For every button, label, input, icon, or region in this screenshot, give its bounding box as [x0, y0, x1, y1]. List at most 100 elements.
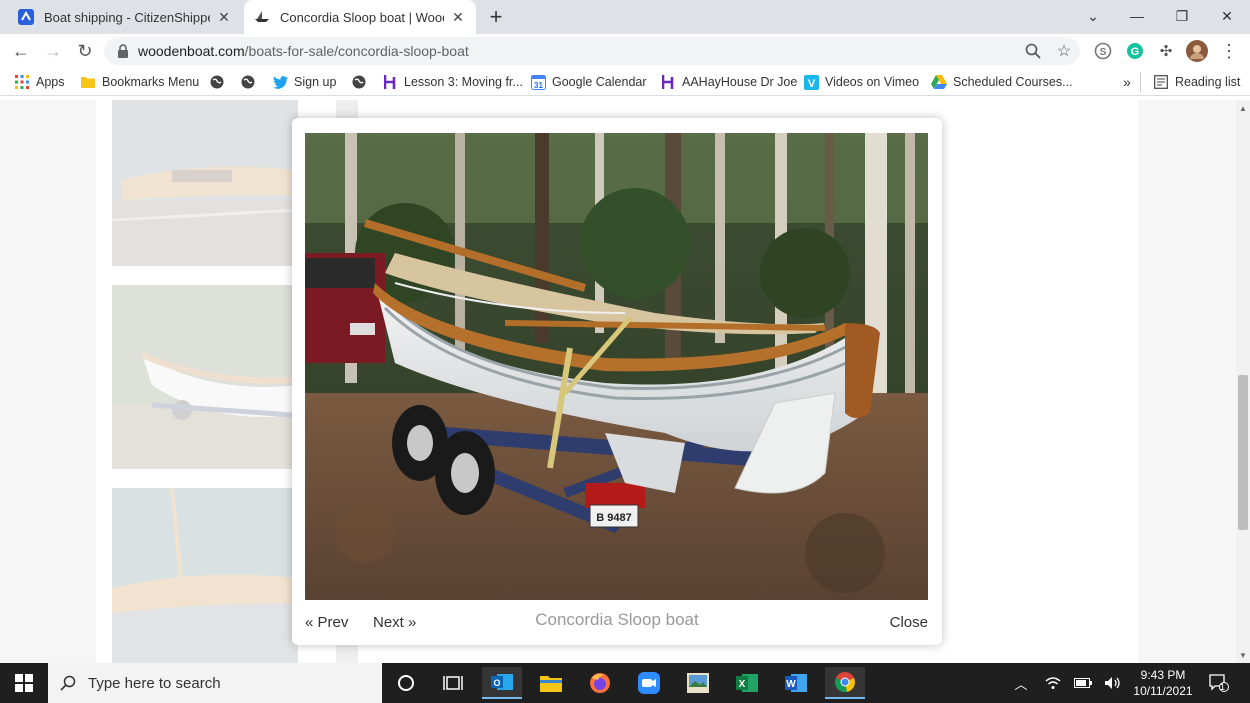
- page-scrollbar[interactable]: ▲ ▼: [1236, 100, 1250, 663]
- svg-text:S: S: [1100, 47, 1107, 58]
- windows-taskbar: Type here to search O X W ︿ 9:43 PM 10/1…: [0, 663, 1250, 703]
- h-logo-icon: [382, 74, 398, 90]
- lightbox-close-button[interactable]: Close: [890, 614, 928, 631]
- globe-icon: [351, 74, 367, 90]
- globe-icon: [209, 74, 225, 90]
- clock-date: 10/11/2021: [1133, 684, 1193, 698]
- wifi-icon[interactable]: [1043, 673, 1063, 693]
- bookmarks-bar: Apps Bookmarks Menu Sign up Lesson 3: Mo…: [0, 68, 1250, 96]
- notifications-icon[interactable]: [1208, 673, 1230, 693]
- task-view-icon[interactable]: [433, 667, 473, 699]
- apps-grid-icon: [14, 74, 30, 90]
- tab-title: Concordia Sloop boat | WoodenBoat: [280, 9, 444, 25]
- chrome-icon[interactable]: [825, 667, 865, 699]
- scroll-down-arrow-icon[interactable]: ▼: [1236, 649, 1250, 661]
- lightbox-caption: Concordia Sloop boat: [535, 610, 699, 629]
- tab-strip: Boat shipping - CitizenShipper ✕ Concord…: [0, 0, 1250, 34]
- bookmark-label: Bookmarks Menu: [102, 75, 200, 89]
- url-text[interactable]: woodenboat.com/boats-for-sale/concordia-…: [138, 43, 469, 59]
- bookmark-label: Google Calendar: [552, 75, 647, 89]
- taskbar-clock[interactable]: 9:43 PM 10/11/2021: [1128, 667, 1198, 699]
- browser-menu-icon[interactable]: ⋮: [1218, 40, 1240, 62]
- bookmark-label: Lesson 3: Moving fr...: [404, 75, 523, 89]
- page-viewport: ▲ ▼ B 9487 « Prev Next » Concordia Sloop…: [0, 100, 1250, 663]
- woodenboat-favicon-icon: [254, 9, 270, 25]
- photos-app-icon[interactable]: [678, 667, 718, 699]
- bookmark-aahayhouse[interactable]: AAHayHouse Dr Joe: [660, 73, 797, 91]
- bookmark-google-calendar[interactable]: 31 Google Calendar: [530, 73, 647, 91]
- svg-text:31: 31: [534, 81, 543, 90]
- back-icon[interactable]: ←: [8, 38, 34, 64]
- skype-extension-icon[interactable]: S: [1092, 40, 1114, 62]
- bookmark-label: Scheduled Courses...: [953, 75, 1073, 89]
- tab-title: Boat shipping - CitizenShipper: [44, 9, 210, 25]
- search-placeholder: Type here to search: [88, 674, 221, 692]
- zoom-app-icon[interactable]: [629, 667, 669, 699]
- twitter-icon: [272, 74, 288, 90]
- address-bar[interactable]: woodenboat.com/boats-for-sale/concordia-…: [104, 37, 1080, 65]
- excel-icon[interactable]: X: [727, 667, 767, 699]
- drive-icon: [931, 74, 947, 90]
- taskbar-search-box[interactable]: Type here to search: [48, 663, 382, 703]
- reload-icon[interactable]: ↻: [72, 38, 98, 64]
- boat-photo: B 9487: [305, 133, 928, 600]
- close-window-icon[interactable]: ✕: [1205, 2, 1249, 30]
- bookmark-label: Videos on Vimeo: [825, 75, 920, 89]
- word-icon[interactable]: W: [776, 667, 816, 699]
- reading-list-icon: [1153, 74, 1169, 90]
- bookmark-globe-1[interactable]: [209, 73, 231, 91]
- lock-icon[interactable]: [116, 44, 130, 58]
- grammarly-extension-icon[interactable]: G: [1124, 40, 1146, 62]
- new-tab-icon[interactable]: +: [484, 4, 508, 29]
- outlook-icon[interactable]: O: [482, 667, 522, 699]
- scrollbar-thumb[interactable]: [1238, 375, 1248, 530]
- restore-icon[interactable]: ❐: [1160, 2, 1204, 30]
- browser-toolbar: ← → ↻ woodenboat.com/boats-for-sale/conc…: [0, 34, 1250, 68]
- overflow-chevron-icon: »: [1123, 74, 1131, 90]
- svg-text:O: O: [493, 678, 500, 688]
- zoom-icon[interactable]: [1024, 42, 1042, 60]
- bookmark-lesson-3[interactable]: Lesson 3: Moving fr...: [382, 73, 523, 91]
- bookmarks-divider: [1140, 72, 1141, 92]
- bookmark-label: Reading list: [1175, 75, 1241, 89]
- file-explorer-icon[interactable]: [531, 667, 571, 699]
- svg-text:X: X: [739, 679, 746, 690]
- clock-time: 9:43 PM: [1140, 668, 1186, 682]
- folder-icon: [80, 74, 96, 90]
- globe-icon: [240, 74, 256, 90]
- bookmark-bookmarks-menu[interactable]: Bookmarks Menu: [80, 73, 199, 91]
- bookmark-label: AAHayHouse Dr Joe: [682, 75, 798, 89]
- tab-search-icon[interactable]: ⌄: [1071, 2, 1115, 30]
- image-lightbox: B 9487 « Prev Next » Concordia Sloop boa…: [292, 118, 942, 645]
- show-hidden-icons-chevron-icon[interactable]: ︿: [1011, 673, 1031, 693]
- tab-woodenboat[interactable]: Concordia Sloop boat | WoodenBoat ✕: [244, 0, 476, 34]
- bookmark-sign-up[interactable]: Sign up: [272, 73, 336, 91]
- vimeo-icon: V: [803, 74, 819, 90]
- cortana-icon[interactable]: [386, 667, 426, 699]
- bookmarks-overflow[interactable]: »: [1123, 73, 1131, 91]
- search-icon: [58, 673, 78, 693]
- profile-avatar[interactable]: [1186, 40, 1208, 62]
- bookmark-star-icon[interactable]: ☆: [1054, 41, 1074, 61]
- firefox-icon[interactable]: [580, 667, 620, 699]
- scroll-up-arrow-icon[interactable]: ▲: [1236, 102, 1250, 114]
- bookmark-vimeo[interactable]: V Videos on Vimeo: [803, 73, 919, 91]
- battery-icon[interactable]: [1073, 673, 1093, 693]
- volume-icon[interactable]: [1103, 673, 1123, 693]
- url-host: woodenboat.com: [138, 43, 245, 59]
- extensions-puzzle-icon[interactable]: ✣: [1155, 40, 1177, 62]
- notification-count: 1: [1220, 682, 1226, 692]
- close-tab-icon[interactable]: ✕: [450, 9, 466, 25]
- h-logo-icon: [660, 74, 676, 90]
- forward-icon[interactable]: →: [40, 38, 66, 64]
- close-tab-icon[interactable]: ✕: [216, 9, 232, 25]
- reading-list-button[interactable]: Reading list: [1153, 73, 1240, 91]
- bookmark-apps[interactable]: Apps: [14, 73, 65, 91]
- bookmark-globe-2[interactable]: [240, 73, 262, 91]
- bookmark-globe-3[interactable]: [351, 73, 373, 91]
- windows-start-icon[interactable]: [0, 663, 48, 703]
- tab-citizenshipper[interactable]: Boat shipping - CitizenShipper ✕: [8, 0, 242, 34]
- calendar-icon: 31: [530, 74, 546, 90]
- minimize-icon[interactable]: —: [1115, 2, 1159, 30]
- bookmark-scheduled-courses[interactable]: Scheduled Courses...: [931, 73, 1073, 91]
